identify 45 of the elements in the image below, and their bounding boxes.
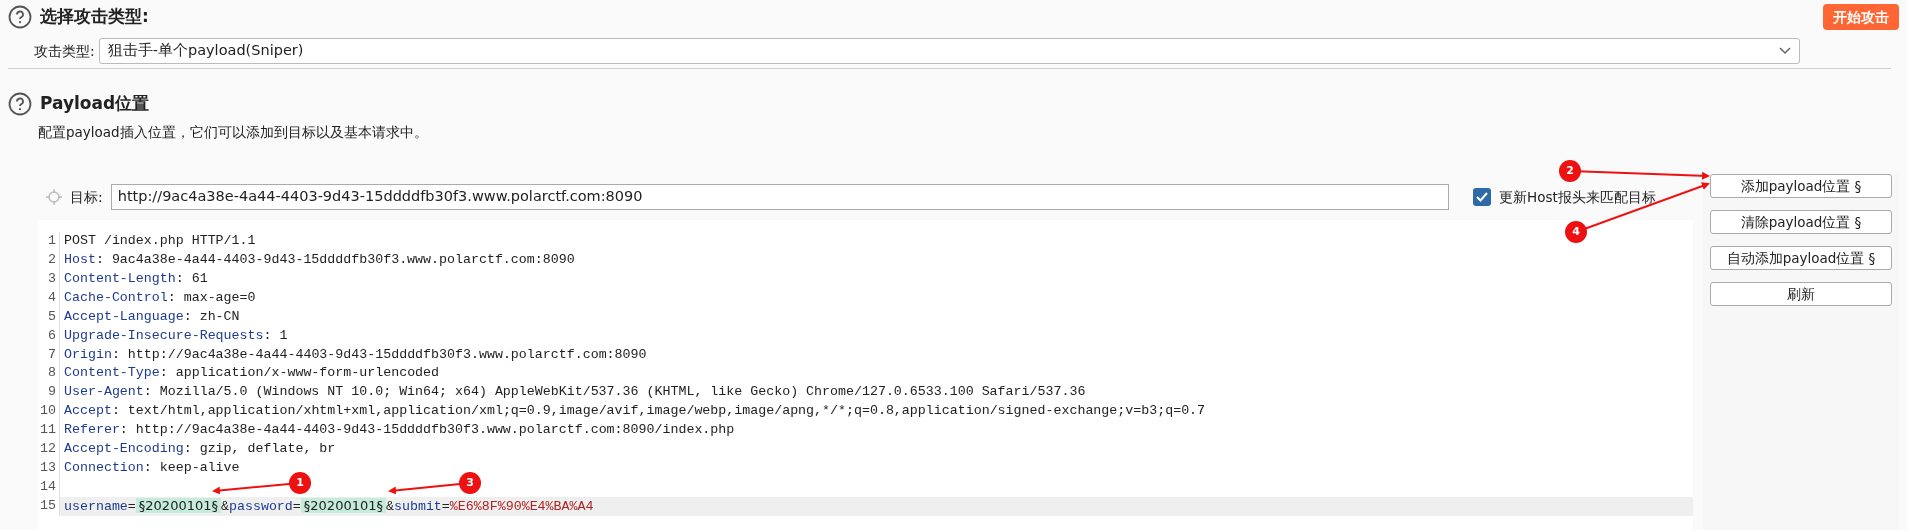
crosshair-icon [46,189,62,206]
line-number: 4 [38,288,60,308]
code-line: Accept-Language: zh-CN [63,307,240,326]
target-label: 目标: [70,187,103,207]
code-line: Connection: keep-alive [63,458,240,477]
line-number: 12 [38,440,60,459]
update-host-checkbox[interactable] [1473,188,1491,207]
attack-type-label: 攻击类型: [34,41,95,61]
code-line: Content-Type: application/x-www-form-urlencoded [63,364,440,383]
side-action-button[interactable]: 清除payload位置 § [1710,210,1892,235]
section-title: Payload位置 [40,92,150,116]
side-action-button[interactable]: 自动添加payload位置 § [1710,246,1892,271]
line-number: 3 [38,270,60,289]
code-line: Content-Length: 61 [63,270,208,289]
line-number: 7 [38,345,60,365]
code-line: Upgrade-Insecure-Requests: 1 [63,326,288,345]
line-number: 14 [38,477,60,497]
code-line: Host: 9ac4a38e-4a44-4403-9d43-15ddddfb30f3.www.polarctf.com:8090 [63,251,575,270]
line-number: 1 [38,232,60,252]
checkbox-label: 更新Host报头来匹配目标 [1499,188,1656,208]
line-number: 11 [38,421,60,441]
line-number: 5 [38,307,60,327]
help-icon[interactable] [8,5,32,29]
line-number: 2 [38,251,60,271]
step-number-badge: 2 [1559,160,1581,182]
line-number: 9 [38,383,60,403]
help-icon[interactable] [8,92,32,116]
attack-type-dropdown[interactable]: 狙击手-单个payload(Sniper) [98,38,1800,64]
line-number: 6 [38,326,60,346]
code-line: POST /index.php HTTP/1.1 [63,232,256,251]
code-line: Cache-Control: max-age=0 [63,288,256,307]
code-line: User-Agent: Mozilla/5.0 (Windows NT 10.0; Win64; x64) AppleWebKit/537.36 (KHTML, like Gecko) Chrome/127.0.6533.100 Safari/537.36 [63,383,1086,402]
code-line: Accept-Encoding: gzip, deflate, br [63,440,336,459]
line-number: 10 [38,402,60,422]
section-description: 配置payload插入位置，它们可以添加到目标以及基本请求中。 [38,123,429,142]
side-action-button[interactable]: 添加payload位置 § [1710,174,1892,199]
side-action-button[interactable]: 刷新 [1710,282,1892,307]
target-url-field[interactable]: http://9ac4a38e-4a44-4403-9d43-15ddddfb30f3.www.polarctf.com:8090 [110,184,1449,211]
code-line: Referer: http://9ac4a38e-4a44-4403-9d43-15ddddfb30f3.www.polarctf.com:8090/index.php [63,421,735,440]
chevron-down-icon [1779,47,1791,55]
line-number: 8 [38,364,60,384]
code-line: Origin: http://9ac4a38e-4a44-4403-9d43-15ddddfb30f3.www.polarctf.com:8090 [63,345,647,364]
line-number: 13 [38,458,60,478]
code-line: Accept: text/html,application/xhtml+xml,application/xml;q=0.9,image/avif,image/webp,image/apng,*/*;q=0.8,application/signed-exchange;v=b3;q=0.7 [63,402,1206,421]
section-title: 选择攻击类型: [40,5,149,29]
